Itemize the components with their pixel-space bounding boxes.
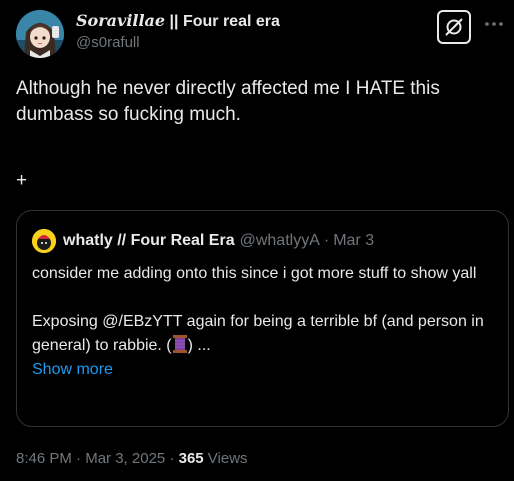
more-dots-icon <box>485 22 503 26</box>
views-label: Views <box>203 450 248 467</box>
quoted-line-2: Exposing @/EBzYTT again for being a terr… <box>32 310 497 358</box>
tweet-meta: 8:46 PM · Mar 3, 2025 · 365 Views <box>16 449 248 469</box>
author-display-name-stylized: Soravillae <box>76 11 166 30</box>
author-avatar[interactable] <box>16 10 64 58</box>
tweet-body-text: Although he never directly affected me I… <box>16 78 440 125</box>
author-display-name-rest: || Four real era <box>165 13 280 30</box>
tweet-plus-line: + <box>16 170 28 191</box>
quoted-line-2-suffix: ) ... <box>187 337 211 354</box>
quoted-author-name: whatly // Four Real Era <box>63 232 235 249</box>
views-count: 365 <box>178 450 204 467</box>
quoted-tweet-text: consider me adding onto this since i got… <box>32 262 497 382</box>
quoted-paragraph-gap <box>32 286 497 310</box>
quoted-separator: · <box>323 232 330 249</box>
meta-separator-2: · <box>165 450 179 467</box>
show-more-link[interactable]: Show more <box>32 358 497 382</box>
quoted-tweet-header: whatly // Four Real Era @whatlyyA · Mar … <box>32 229 374 253</box>
tweet-time[interactable]: 8:46 PM <box>16 450 72 467</box>
quoted-line-1: consider me adding onto this since i got… <box>32 265 477 282</box>
quoted-author-avatar <box>32 229 56 253</box>
anime-avatar-icon <box>16 10 64 58</box>
grok-icon <box>445 18 463 36</box>
tweet-date[interactable]: Mar 3, 2025 <box>85 450 165 467</box>
more-options-button[interactable] <box>482 12 506 36</box>
tweet-header: Soravillae || Four real era @s0rafull <box>16 10 506 60</box>
quoted-author-handle: @whatlyyA <box>239 232 320 249</box>
author-handle[interactable]: @s0rafull <box>76 33 280 53</box>
quoted-line-2-prefix: Exposing @/EBzYTT again for being a terr… <box>32 313 484 354</box>
yellow-avatar-icon <box>32 229 56 253</box>
thread-spool-emoji-icon <box>172 335 188 353</box>
grok-button[interactable] <box>437 10 471 44</box>
author-name-block: Soravillae || Four real era @s0rafull <box>76 11 280 53</box>
quoted-tweet-card[interactable]: whatly // Four Real Era @whatlyyA · Mar … <box>16 210 509 427</box>
meta-separator-1: · <box>71 450 86 467</box>
quoted-date: Mar 3 <box>333 232 375 249</box>
author-display-name[interactable]: Soravillae || Four real era <box>76 11 280 32</box>
